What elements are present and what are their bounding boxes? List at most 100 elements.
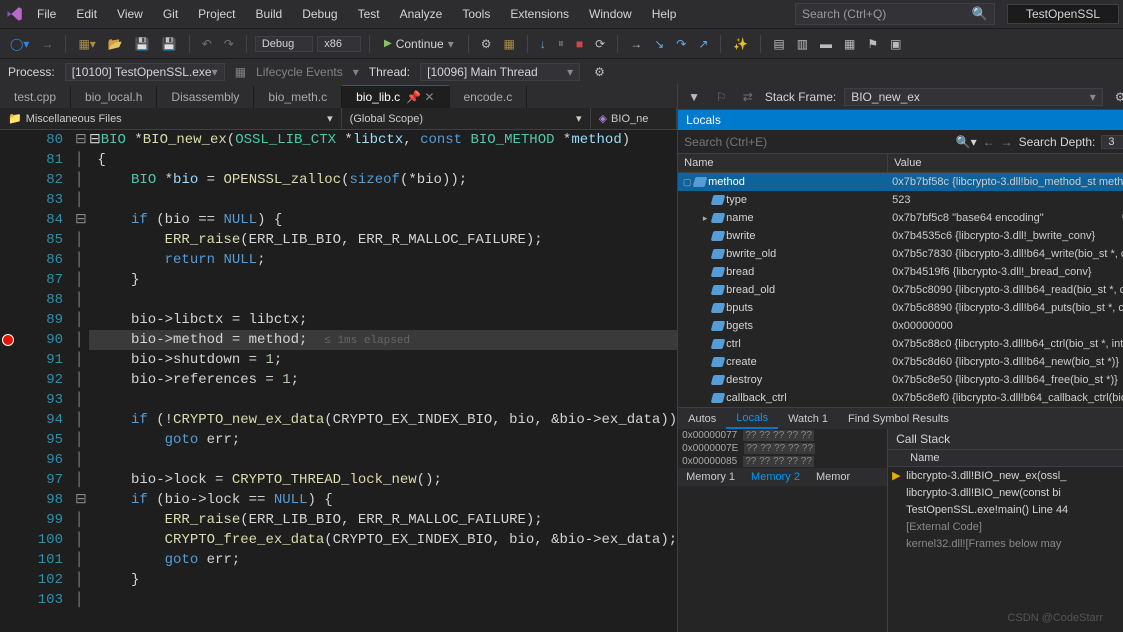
callstack-row[interactable]: libcrypto-3.dll!BIO_new(const bi — [888, 484, 1123, 501]
menu-tools[interactable]: Tools — [453, 3, 499, 25]
debug-tab-find-symbol-results[interactable]: Find Symbol Results — [838, 410, 959, 428]
search-icon[interactable]: 🔍▾ — [956, 135, 977, 149]
flag-icon[interactable]: ⚐ — [712, 88, 731, 106]
menu-test[interactable]: Test — [349, 3, 389, 25]
locals-row[interactable]: bread_old0x7b5c8090 {libcrypto-3.dll!b64… — [678, 281, 1123, 299]
tab-encode-c[interactable]: encode.c — [450, 86, 528, 108]
save-icon[interactable]: 💾 — [131, 35, 154, 53]
locals-row[interactable]: bgets0x00000000 — [678, 317, 1123, 335]
callstack-row[interactable]: TestOpenSSL.exe!main() Line 44 — [888, 501, 1123, 518]
debug-tab-watch-1[interactable]: Watch 1 — [778, 410, 838, 428]
menu-build[interactable]: Build — [247, 3, 292, 25]
locals-row[interactable]: ▸ name0x7b7bf5c8 "base64 encoding"🔍 — [678, 209, 1123, 227]
menu-view[interactable]: View — [108, 3, 152, 25]
menu-edit[interactable]: Edit — [67, 3, 106, 25]
tab-test-cpp[interactable]: test.cpp — [0, 86, 71, 108]
locals-row[interactable]: ▢ method0x7b7bf58c {libcrypto-3.dll!bio_… — [678, 173, 1123, 191]
locals-row[interactable]: bwrite0x7b4535c6 {libcrypto-3.dll!_bwrit… — [678, 227, 1123, 245]
lifecycle-icon[interactable]: ▦ — [235, 65, 246, 79]
step-out-icon[interactable]: ↗ — [694, 35, 712, 53]
menu-window[interactable]: Window — [580, 3, 641, 25]
breakpoint-icon[interactable] — [2, 334, 14, 346]
locals-row[interactable]: bread0x7b4519f6 {libcrypto-3.dll!_bread_… — [678, 263, 1123, 281]
tab-bio_local-h[interactable]: bio_local.h — [71, 86, 157, 108]
locals-row[interactable]: bputs0x7b5c8890 {libcrypto-3.dll!b64_put… — [678, 299, 1123, 317]
callstack-title[interactable]: Call Stack — [888, 429, 1123, 450]
stack-tool-icon[interactable]: ⚙ — [1111, 88, 1123, 106]
menu-analyze[interactable]: Analyze — [391, 3, 452, 25]
tool4-icon[interactable]: ▦ — [840, 35, 859, 53]
callstack-row[interactable]: kernel32.dll![Frames below may — [888, 535, 1123, 552]
nav-fwd-icon[interactable]: → — [37, 35, 57, 53]
code-text[interactable]: ⊟BIO *BIO_new_ex(OSSL_LIB_CTX *libctx, c… — [89, 130, 677, 632]
callstack-row[interactable]: [External Code] — [888, 518, 1123, 535]
global-search-input[interactable]: Search (Ctrl+Q) 🔍 — [795, 3, 995, 25]
col-value-header[interactable]: Value — [888, 154, 1123, 172]
undo-icon[interactable]: ↶ — [198, 35, 216, 53]
tab-bio_meth-c[interactable]: bio_meth.c — [254, 86, 342, 108]
memory-tab[interactable]: Memor — [808, 468, 858, 486]
open-file-icon[interactable]: 📂 — [104, 35, 127, 53]
nav-member[interactable]: ◈BIO_ne — [591, 108, 678, 129]
menu-extensions[interactable]: Extensions — [501, 3, 578, 25]
memory-tab[interactable]: Memory 2 — [743, 468, 808, 486]
step-over-icon[interactable]: ↷ — [672, 35, 690, 53]
restart-icon[interactable]: ⟳ — [591, 35, 609, 53]
tab-Disassembly[interactable]: Disassembly — [157, 86, 254, 108]
nav-scope[interactable]: 📁Miscellaneous Files▾ — [0, 108, 342, 129]
memory-row[interactable]: 0x00000085?? ?? ?? ?? ?? — [678, 455, 887, 468]
save-all-icon[interactable]: 💾 — [158, 35, 181, 53]
process-icon[interactable]: ⚙ — [477, 35, 496, 53]
stop-icon[interactable]: ■ — [572, 35, 587, 53]
process-combo[interactable]: [10100] TestOpenSSL.exe▾ — [65, 63, 225, 81]
nav-func[interactable]: (Global Scope)▾ — [342, 108, 591, 129]
callstack-col-header[interactable]: Name — [888, 450, 1123, 467]
show-next-stmt-icon[interactable]: → — [626, 35, 646, 53]
menu-debug[interactable]: Debug — [293, 3, 346, 25]
search-depth-combo[interactable]: 3 — [1101, 135, 1123, 149]
platform-combo[interactable]: x86 — [317, 36, 361, 52]
fold-column[interactable]: ⊟│││⊟│││││││││││││⊟│││││ — [75, 130, 89, 632]
thread-combo[interactable]: [10096] Main Thread▾ — [420, 63, 580, 81]
config-combo[interactable]: Debug — [255, 36, 313, 52]
new-item-icon[interactable]: ▦▾ — [74, 35, 99, 53]
continue-button[interactable]: ▶ Continue ▾ — [378, 35, 460, 53]
filter-icon[interactable]: ▼ — [684, 88, 704, 106]
locals-row[interactable]: create0x7b5c8d60 {libcrypto-3.dll!b64_ne… — [678, 353, 1123, 371]
memory-row[interactable]: 0x0000007E?? ?? ?? ?? ?? — [678, 442, 887, 455]
search-next-icon[interactable]: → — [1001, 135, 1013, 149]
solution-name[interactable]: TestOpenSSL — [1007, 4, 1119, 24]
nav-back-icon[interactable]: ◯▾ — [6, 35, 33, 53]
memory-tab[interactable]: Memory 1 — [678, 468, 743, 486]
menu-file[interactable]: File — [28, 3, 65, 25]
locals-row[interactable]: destroy0x7b5c8e50 {libcrypto-3.dll!b64_f… — [678, 371, 1123, 389]
redo-icon[interactable]: ↷ — [220, 35, 238, 53]
stackframe-combo[interactable]: BIO_new_ex▾ — [844, 88, 1103, 106]
intellicode-icon[interactable]: ✨ — [729, 35, 752, 53]
locals-row[interactable]: type523 — [678, 191, 1123, 209]
thread-tool-icon[interactable]: ⚙ — [590, 63, 609, 81]
locals-search-input[interactable] — [684, 135, 950, 149]
line-gutter[interactable]: 8081828384858687888990919293949596979899… — [0, 130, 75, 632]
locals-panel-title[interactable]: Locals — [678, 110, 1123, 130]
step-into2-icon[interactable]: ↘ — [650, 35, 668, 53]
menu-help[interactable]: Help — [643, 3, 686, 25]
tool5-icon[interactable]: ⚑ — [863, 35, 882, 53]
memory-row[interactable]: 0x00000077?? ?? ?? ?? ?? — [678, 429, 887, 442]
tool1-icon[interactable]: ▤ — [769, 35, 788, 53]
debug-tab-locals[interactable]: Locals — [726, 409, 778, 429]
tool3-icon[interactable]: ▬ — [816, 35, 836, 53]
search-prev-icon[interactable]: ← — [983, 135, 995, 149]
step-into-icon[interactable]: ↓ — [536, 35, 550, 53]
locals-row[interactable]: ctrl0x7b5c88c0 {libcrypto-3.dll!b64_ctrl… — [678, 335, 1123, 353]
pause-icon[interactable]: ⏸ — [554, 34, 568, 53]
debug-tab-autos[interactable]: Autos — [678, 410, 726, 428]
swap-icon[interactable]: ⇄ — [739, 88, 757, 106]
col-name-header[interactable]: Name — [678, 154, 888, 172]
menu-project[interactable]: Project — [189, 3, 244, 25]
tool6-icon[interactable]: ▣ — [886, 35, 905, 53]
locals-row[interactable]: bwrite_old0x7b5c7830 {libcrypto-3.dll!b6… — [678, 245, 1123, 263]
break-all-icon[interactable]: ▦ — [500, 35, 519, 53]
menu-git[interactable]: Git — [154, 3, 187, 25]
tool2-icon[interactable]: ▥ — [793, 35, 812, 53]
